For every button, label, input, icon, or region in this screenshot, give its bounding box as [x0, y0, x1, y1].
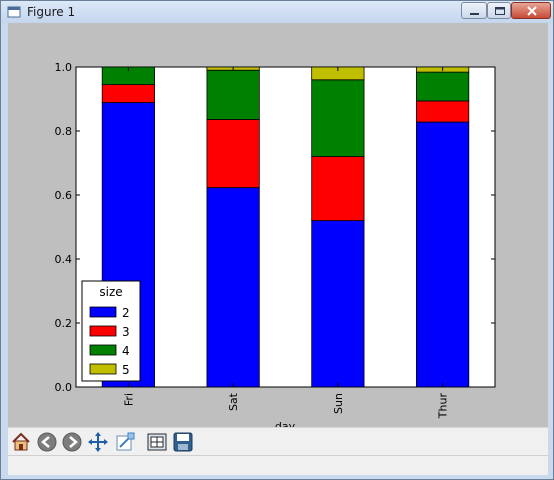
save-button[interactable]	[172, 431, 194, 453]
figure-app-icon	[7, 6, 21, 18]
bar-thur-size-4	[416, 71, 470, 102]
zoom-button[interactable]	[114, 431, 136, 453]
y-tick-label: 0.8	[55, 125, 73, 138]
y-tick-label: 0.4	[55, 253, 73, 266]
legend-swatch-5	[89, 363, 117, 375]
minimize-button[interactable]	[461, 2, 487, 19]
x-tick-label: Thur	[437, 393, 450, 420]
bar-thur-size-2	[416, 121, 470, 388]
close-button[interactable]	[511, 2, 551, 19]
legend-swatch-3	[89, 325, 117, 337]
legend-title: size	[99, 285, 122, 299]
x-tick-label: Sat	[227, 392, 240, 411]
maximize-button[interactable]	[487, 2, 511, 19]
forward-icon	[62, 432, 82, 452]
legend-swatch-2	[89, 306, 117, 318]
close-icon	[527, 6, 537, 16]
bar-thur-size-3	[416, 100, 470, 123]
maximize-icon	[495, 7, 505, 15]
bar-sat-size-2	[206, 187, 260, 388]
chart: 0.0 0.2 0.4 0.6 0.8 1.0 Fri Sat Sun Thur day siz…	[55, 61, 496, 433]
bar-sun-size-2	[311, 220, 365, 388]
legend-label-4: 4	[122, 344, 130, 358]
home-button[interactable]	[10, 431, 32, 453]
back-icon	[37, 432, 57, 452]
x-tick-label: Sun	[332, 393, 345, 414]
window-title: Figure 1	[27, 5, 76, 19]
figure-window: Figure 1 0.0 0.2 0.4 0.6 0.8 1.0 Fri Sat Sun Thu…	[0, 0, 554, 480]
navigation-toolbar	[8, 427, 548, 456]
x-axis-label: day	[275, 420, 296, 427]
pan-button[interactable]	[87, 431, 109, 453]
legend-label-3: 3	[122, 325, 130, 339]
minimize-icon	[470, 13, 479, 15]
y-tick-label: 0.6	[55, 189, 73, 202]
y-tick-label: 0.2	[55, 317, 73, 330]
back-button[interactable]	[36, 431, 58, 453]
zoom-icon	[116, 432, 135, 451]
bar-sat-size-4	[206, 69, 260, 120]
bar-fri-size-3	[101, 84, 155, 103]
figure-client-area: 0.0 0.2 0.4 0.6 0.8 1.0 Fri Sat Sun Thur day siz…	[8, 23, 548, 475]
bar-sat-size-3	[206, 119, 260, 189]
subplots-button[interactable]	[146, 431, 168, 453]
title-bar[interactable]: Figure 1	[1, 1, 553, 23]
home-icon	[12, 432, 30, 451]
status-bar	[8, 455, 548, 475]
save-icon	[173, 432, 193, 452]
subplots-icon	[147, 433, 167, 451]
bar-sun-size-4	[311, 79, 365, 158]
bar-sun-size-3	[311, 156, 365, 222]
legend-swatch-4	[89, 344, 117, 356]
y-tick-label: 1.0	[55, 61, 73, 74]
pan-icon	[88, 432, 108, 452]
figure-canvas: 0.0 0.2 0.4 0.6 0.8 1.0 Fri Sat Sun Thur day siz…	[8, 23, 548, 433]
y-tick-label: 0.0	[55, 381, 73, 394]
forward-button[interactable]	[61, 431, 83, 453]
x-tick-label: Fri	[122, 393, 135, 406]
legend-label-5: 5	[122, 363, 130, 377]
legend-label-2: 2	[122, 306, 130, 320]
